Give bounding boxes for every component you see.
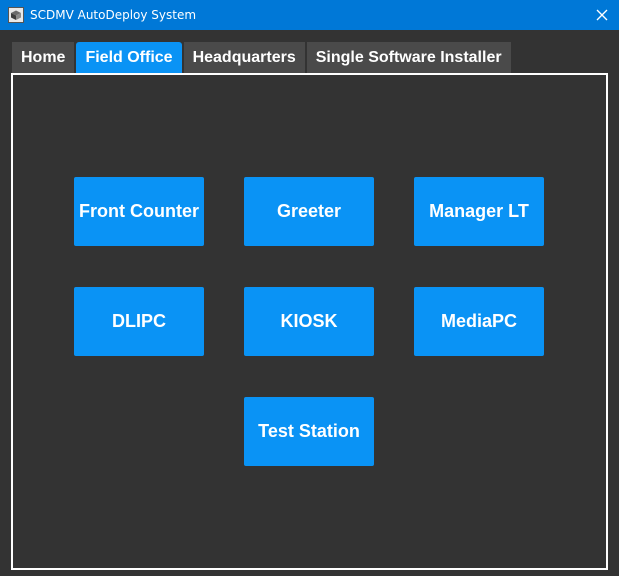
mediapc-button[interactable]: MediaPC <box>414 287 544 356</box>
greeter-button[interactable]: Greeter <box>244 177 374 246</box>
tab-strip: Home Field Office Headquarters Single So… <box>12 42 513 74</box>
test-station-button[interactable]: Test Station <box>244 397 374 466</box>
tab-headquarters[interactable]: Headquarters <box>183 42 305 73</box>
field-office-panel: Front Counter Greeter Manager LT DLIPC K… <box>11 73 608 570</box>
title-bar[interactable]: SCDMV AutoDeploy System <box>0 0 619 30</box>
front-counter-button[interactable]: Front Counter <box>74 177 204 246</box>
kiosk-button[interactable]: KIOSK <box>244 287 374 356</box>
close-button[interactable] <box>585 0 619 30</box>
installer-box-icon <box>8 7 24 23</box>
tab-field-office[interactable]: Field Office <box>76 42 182 73</box>
dlipc-button[interactable]: DLIPC <box>74 287 204 356</box>
manager-lt-button[interactable]: Manager LT <box>414 177 544 246</box>
app-window: SCDMV AutoDeploy System Home Field Offic… <box>0 0 619 576</box>
window-title: SCDMV AutoDeploy System <box>30 8 197 22</box>
tab-home[interactable]: Home <box>12 42 75 73</box>
close-icon <box>596 6 608 25</box>
tab-single-software-installer[interactable]: Single Software Installer <box>306 42 511 73</box>
